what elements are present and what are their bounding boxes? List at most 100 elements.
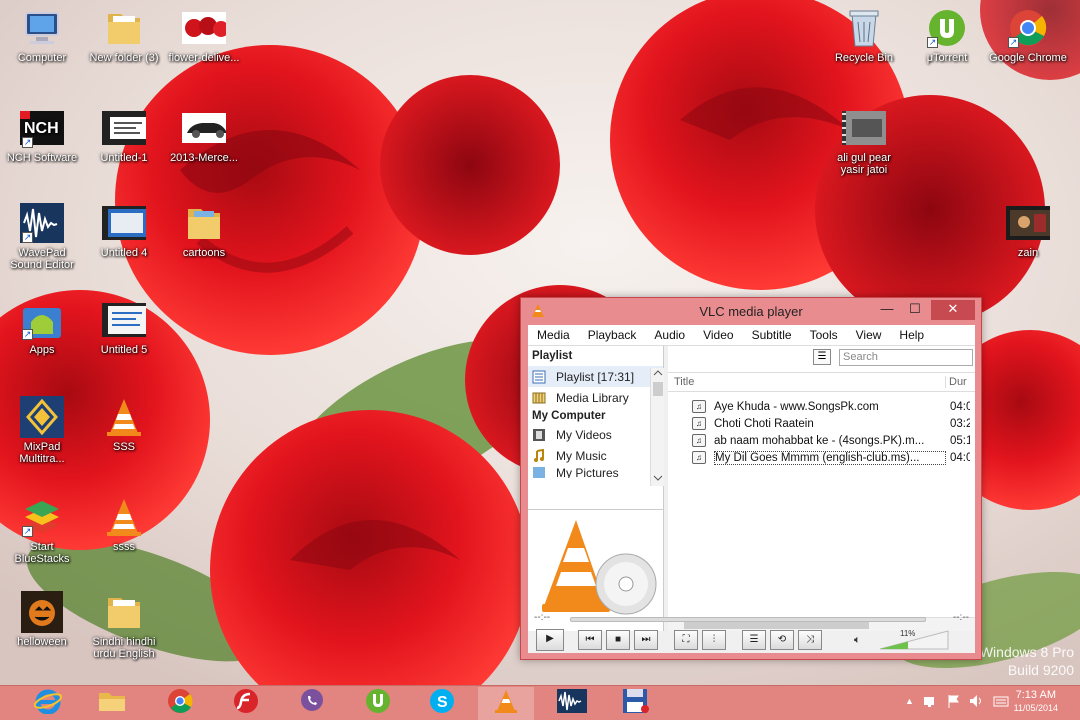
sidebar-scrollbar[interactable] (650, 368, 664, 486)
audio-file-icon: ♫ (692, 451, 706, 464)
sidebar-item-label: My Videos (556, 427, 612, 442)
shuffle-button[interactable]: ⤨ (798, 630, 822, 650)
clock[interactable]: 7:13 AM 11/05/2014 (1014, 689, 1058, 715)
extended-settings-button[interactable]: ⫶ (702, 630, 726, 650)
menu-video[interactable]: Video (694, 328, 742, 342)
close-button[interactable]: ✕ (931, 300, 975, 320)
desktop-icon-nch[interactable]: NCH ↗ NCH Software (2, 108, 82, 164)
taskbar-explorer-button[interactable] (84, 687, 140, 720)
desktop-icon-mercedes[interactable]: 2013-Merce... (164, 108, 244, 164)
vlc-cone-icon (102, 497, 146, 537)
playlist-view-button[interactable]: ☰ (813, 349, 831, 365)
playlist-row[interactable]: ♫ Choti Choti Raatein 03:2 (692, 415, 975, 432)
desktop-icon-recycle-bin[interactable]: Recycle Bin (824, 8, 904, 64)
track-duration: 04:0 (950, 451, 970, 464)
desktop-icon-bluestacks[interactable]: ↗ Start BlueStacks (2, 497, 82, 565)
image-thumbnail-icon (182, 8, 226, 48)
sidebar-item-playlist[interactable]: Playlist [17:31] (528, 366, 663, 387)
action-center-flag-icon[interactable] (947, 694, 961, 711)
taskbar-skype-button[interactable]: S (414, 687, 470, 720)
sidebar-item-my-videos[interactable]: My Videos (528, 424, 663, 445)
playlist-row-current[interactable]: ♫ My Dil Goes Mmmm (english-club.ms)... … (692, 449, 975, 466)
fullscreen-button[interactable]: ⛶ (674, 630, 698, 650)
picture-icon (532, 466, 548, 478)
speaker-icon[interactable]: 🔈︎ (854, 634, 861, 647)
keyboard-icon[interactable] (993, 694, 1009, 711)
desktop-icon-untitled-4[interactable]: Untitled 4 (84, 203, 164, 259)
loop-button[interactable]: ⟲ (770, 630, 794, 650)
folder-icon (102, 592, 146, 632)
desktop-icon-sss[interactable]: SSS (84, 397, 164, 453)
sidebar-item-my-music[interactable]: My Music (528, 445, 663, 466)
desktop-icon-helloween[interactable]: helloween (2, 591, 82, 648)
seek-slider[interactable] (570, 617, 926, 622)
desktop-icon-wavepad[interactable]: ↗ WavePad Sound Editor (2, 203, 82, 271)
desktop-icon-untitled-1[interactable]: Untitled-1 (84, 108, 164, 164)
maximize-button[interactable]: ☐ (901, 300, 929, 320)
playlist-toggle-button[interactable]: ☰ (742, 630, 766, 650)
desktop-icon-label: μTorrent (926, 52, 968, 64)
desktop-icon-sindhi[interactable]: Sindhi hindhi urdu English (84, 592, 164, 660)
volume-tray-icon[interactable] (969, 694, 985, 711)
desktop-icon-apps[interactable]: ↗ Apps (2, 300, 82, 356)
menu-help[interactable]: Help (890, 328, 933, 342)
floppy-recorder-icon (622, 688, 650, 719)
sidebar-item-my-pictures[interactable]: My Pictures (528, 466, 663, 478)
volume-slider[interactable]: 11% (878, 629, 950, 651)
taskbar-chrome-button[interactable] (152, 687, 208, 720)
desktop-icon-label: flower-delive... (168, 52, 240, 64)
stop-button[interactable]: ■ (606, 630, 630, 650)
search-input[interactable]: Search (839, 348, 973, 366)
previous-button[interactable]: ⏮ (578, 630, 602, 650)
menu-media[interactable]: Media (528, 328, 579, 342)
vlc-window[interactable]: VLC media player — ☐ ✕ Media Playback Au… (520, 297, 982, 660)
taskbar-flash-button[interactable] (218, 687, 274, 720)
menu-subtitle[interactable]: Subtitle (743, 328, 801, 342)
desktop-icon-label: Untitled 5 (100, 344, 148, 356)
desktop-icon-zain[interactable]: zain (988, 203, 1068, 259)
track-title: Choti Choti Raatein (714, 417, 814, 430)
menu-audio[interactable]: Audio (645, 328, 694, 342)
taskbar-utorrent-button[interactable] (350, 687, 406, 720)
vlc-cone-icon (102, 397, 146, 437)
desktop-icon-utorrent[interactable]: ↗ μTorrent (907, 8, 987, 64)
taskbar-wavepad-button[interactable] (544, 687, 600, 720)
sidebar-item-media-library[interactable]: Media Library (528, 387, 663, 408)
desktop-icon-label: Untitled 4 (100, 247, 148, 259)
playlist-row[interactable]: ♫ Aye Khuda - www.SongsPk.com 04:0 (692, 398, 975, 415)
desktop-icon-flower[interactable]: flower-delive... (164, 8, 244, 64)
vlc-titlebar[interactable]: VLC media player — ☐ ✕ (521, 298, 981, 325)
taskbar-vlc-button[interactable] (478, 687, 534, 720)
playlist-row[interactable]: ♫ ab naam mohabbat ke - (4songs.PK).m...… (692, 432, 975, 449)
desktop-icon-label: Recycle Bin (834, 52, 894, 64)
column-duration[interactable]: Dur (946, 376, 967, 388)
desktop-icon-new-folder[interactable]: New folder (3) (84, 8, 164, 64)
desktop-icon-chrome[interactable]: ↗ Google Chrome (988, 8, 1068, 64)
video-thumbnail-icon (102, 108, 146, 148)
next-button[interactable]: ⏭ (634, 630, 658, 650)
desktop-icon-mixpad[interactable]: MixPad Multitra... (2, 396, 82, 465)
desktop-icon-label: Start BlueStacks (14, 541, 70, 565)
desktop-icon-cartoons[interactable]: cartoons (164, 203, 244, 259)
desktop-icon-untitled-5[interactable]: Untitled 5 (84, 300, 164, 356)
desktop-icon-label: Apps (29, 344, 55, 356)
folder-icon (102, 8, 146, 48)
menu-tools[interactable]: Tools (801, 328, 847, 342)
taskbar-viber-button[interactable] (284, 687, 340, 720)
desktop-icon-ali-gul[interactable]: ali gul pear yasir jatoi (824, 108, 904, 176)
taskbar-ie-button[interactable] (20, 687, 76, 720)
desktop-icon-ssss[interactable]: ssss (84, 497, 164, 553)
play-button[interactable]: ▶ (536, 629, 564, 651)
track-duration: 05:1 (950, 434, 970, 447)
flash-icon (233, 688, 259, 719)
column-title[interactable]: Title (668, 376, 946, 388)
show-hidden-icons-icon[interactable]: ▲ (905, 696, 914, 706)
taskbar-save-button[interactable] (608, 687, 664, 720)
minimize-button[interactable]: — (873, 300, 901, 320)
network-icon[interactable] (923, 694, 937, 711)
video-thumbnail-icon (842, 108, 886, 148)
menu-playback[interactable]: Playback (579, 328, 646, 342)
desktop-icon-computer[interactable]: Computer (2, 8, 82, 64)
clock-date: 11/05/2014 (1013, 703, 1058, 713)
menu-view[interactable]: View (847, 328, 891, 342)
